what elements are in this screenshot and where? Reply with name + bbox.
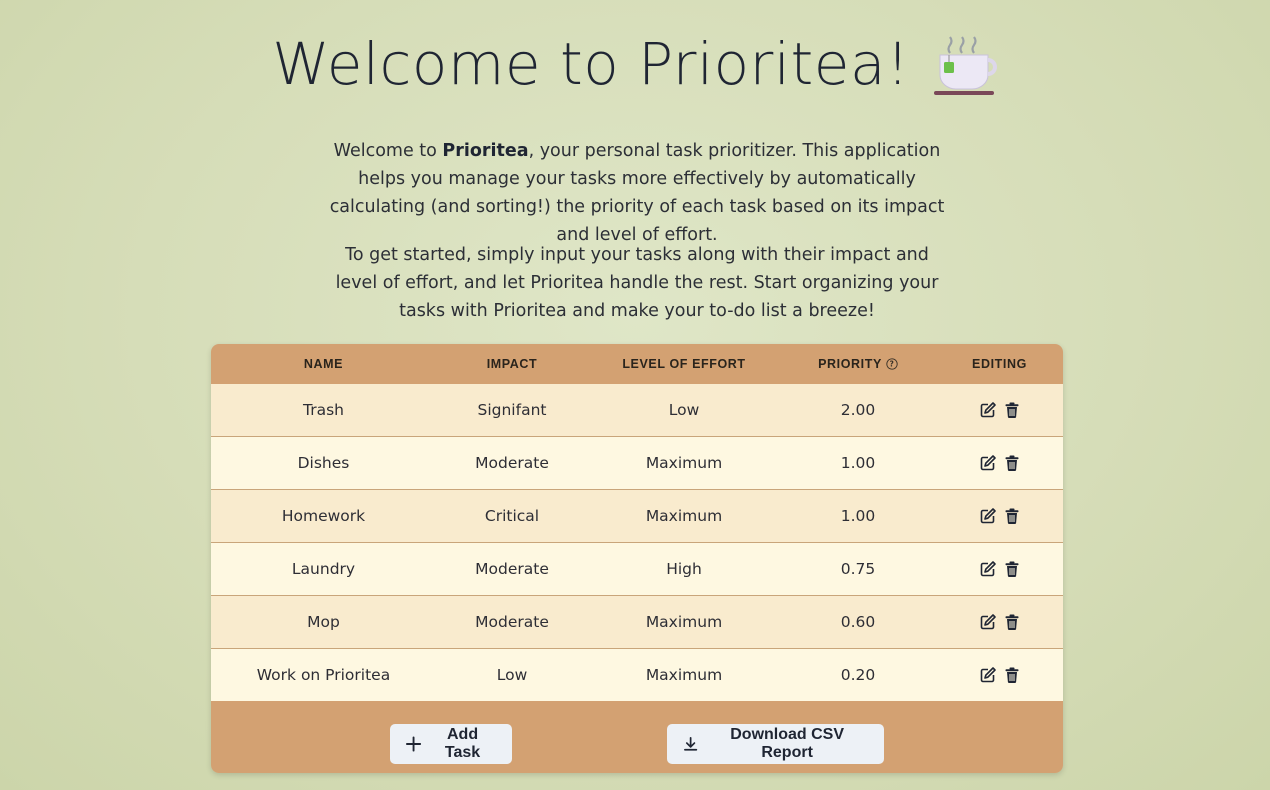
row-actions [936, 507, 1063, 525]
task-impact: Signifant [477, 401, 547, 419]
edit-icon[interactable] [979, 401, 997, 419]
intro-paragraph-1: Welcome to Prioritea, your personal task… [325, 137, 949, 249]
table-row: Work on Prioritea Low Maximum 0.20 [211, 649, 1063, 701]
task-effort: Low [668, 401, 700, 419]
task-effort: Maximum [645, 454, 723, 472]
info-icon[interactable]: ? [886, 358, 898, 370]
trash-icon[interactable] [1003, 613, 1021, 631]
task-impact: Critical [484, 507, 540, 525]
svg-text:?: ? [889, 360, 894, 369]
table-row: Dishes Moderate Maximum 1.00 [211, 437, 1063, 490]
table-body: Trash Signifant Low 2.00 Dishes Moderate… [211, 384, 1063, 701]
edit-icon[interactable] [979, 454, 997, 472]
column-header-editing: Editing [972, 357, 1027, 371]
edit-icon[interactable] [979, 507, 997, 525]
task-effort: Maximum [645, 666, 723, 684]
table-row: Trash Signifant Low 2.00 [211, 384, 1063, 437]
row-actions [936, 401, 1063, 419]
edit-icon[interactable] [979, 613, 997, 631]
task-table: Name Impact Level of Effort Priority ? E… [211, 344, 1063, 773]
table-row: Laundry Moderate High 0.75 [211, 543, 1063, 596]
page-header: Welcome to Prioritea! [0, 30, 1270, 98]
add-task-button[interactable]: Add Task [390, 724, 512, 764]
column-header-priority-label: Priority [818, 357, 882, 371]
download-icon [684, 736, 698, 751]
edit-icon[interactable] [979, 666, 997, 684]
task-effort: High [666, 560, 702, 578]
download-csv-button[interactable]: Download CSV Report [667, 724, 884, 764]
row-actions [936, 560, 1063, 578]
trash-icon[interactable] [1003, 454, 1021, 472]
task-name: Mop [307, 613, 340, 631]
task-priority: 1.00 [840, 507, 876, 525]
intro-paragraph-2: To get started, simply input your tasks … [325, 241, 949, 325]
task-priority: 0.75 [840, 560, 876, 578]
column-header-impact[interactable]: Impact [436, 357, 588, 371]
task-name: Homework [281, 507, 366, 525]
column-header-name[interactable]: Name [211, 357, 436, 371]
task-name: Trash [303, 401, 344, 419]
table-row: Mop Moderate Maximum 0.60 [211, 596, 1063, 649]
trash-icon[interactable] [1003, 666, 1021, 684]
task-name: Work on Prioritea [256, 666, 391, 684]
table-row: Homework Critical Maximum 1.00 [211, 490, 1063, 543]
column-header-effort[interactable]: Level of Effort [588, 357, 780, 371]
row-actions [936, 613, 1063, 631]
table-header: Name Impact Level of Effort Priority ? E… [211, 344, 1063, 384]
task-impact: Moderate [475, 454, 549, 472]
page-title: Welcome to Prioritea! [272, 30, 910, 98]
task-name: Dishes [297, 454, 350, 472]
table-footer: Add Task Download CSV Report [211, 701, 1063, 773]
task-priority: 1.00 [840, 454, 876, 472]
task-impact: Moderate [475, 613, 549, 631]
task-effort: Maximum [645, 613, 723, 631]
trash-icon[interactable] [1003, 560, 1021, 578]
trash-icon[interactable] [1003, 401, 1021, 419]
app-name-bold: Prioritea [442, 141, 529, 161]
edit-icon[interactable] [979, 560, 997, 578]
add-task-label: Add Task [444, 726, 481, 761]
task-priority: 0.20 [840, 666, 876, 684]
task-impact: Moderate [475, 560, 549, 578]
task-effort: Maximum [645, 507, 723, 525]
task-name: Laundry [291, 560, 356, 578]
teacup-icon [933, 36, 997, 95]
task-priority: 0.60 [840, 613, 876, 631]
intro-text: To get started, simply input your tasks … [335, 245, 939, 321]
task-impact: Low [496, 666, 528, 684]
intro-text: Welcome to [333, 141, 443, 161]
column-header-priority[interactable]: Priority ? [780, 357, 936, 371]
row-actions [936, 454, 1063, 472]
row-actions [936, 666, 1063, 684]
plus-icon [406, 736, 422, 752]
task-priority: 2.00 [840, 401, 876, 419]
download-csv-label: Download CSV Report [730, 726, 845, 761]
trash-icon[interactable] [1003, 507, 1021, 525]
